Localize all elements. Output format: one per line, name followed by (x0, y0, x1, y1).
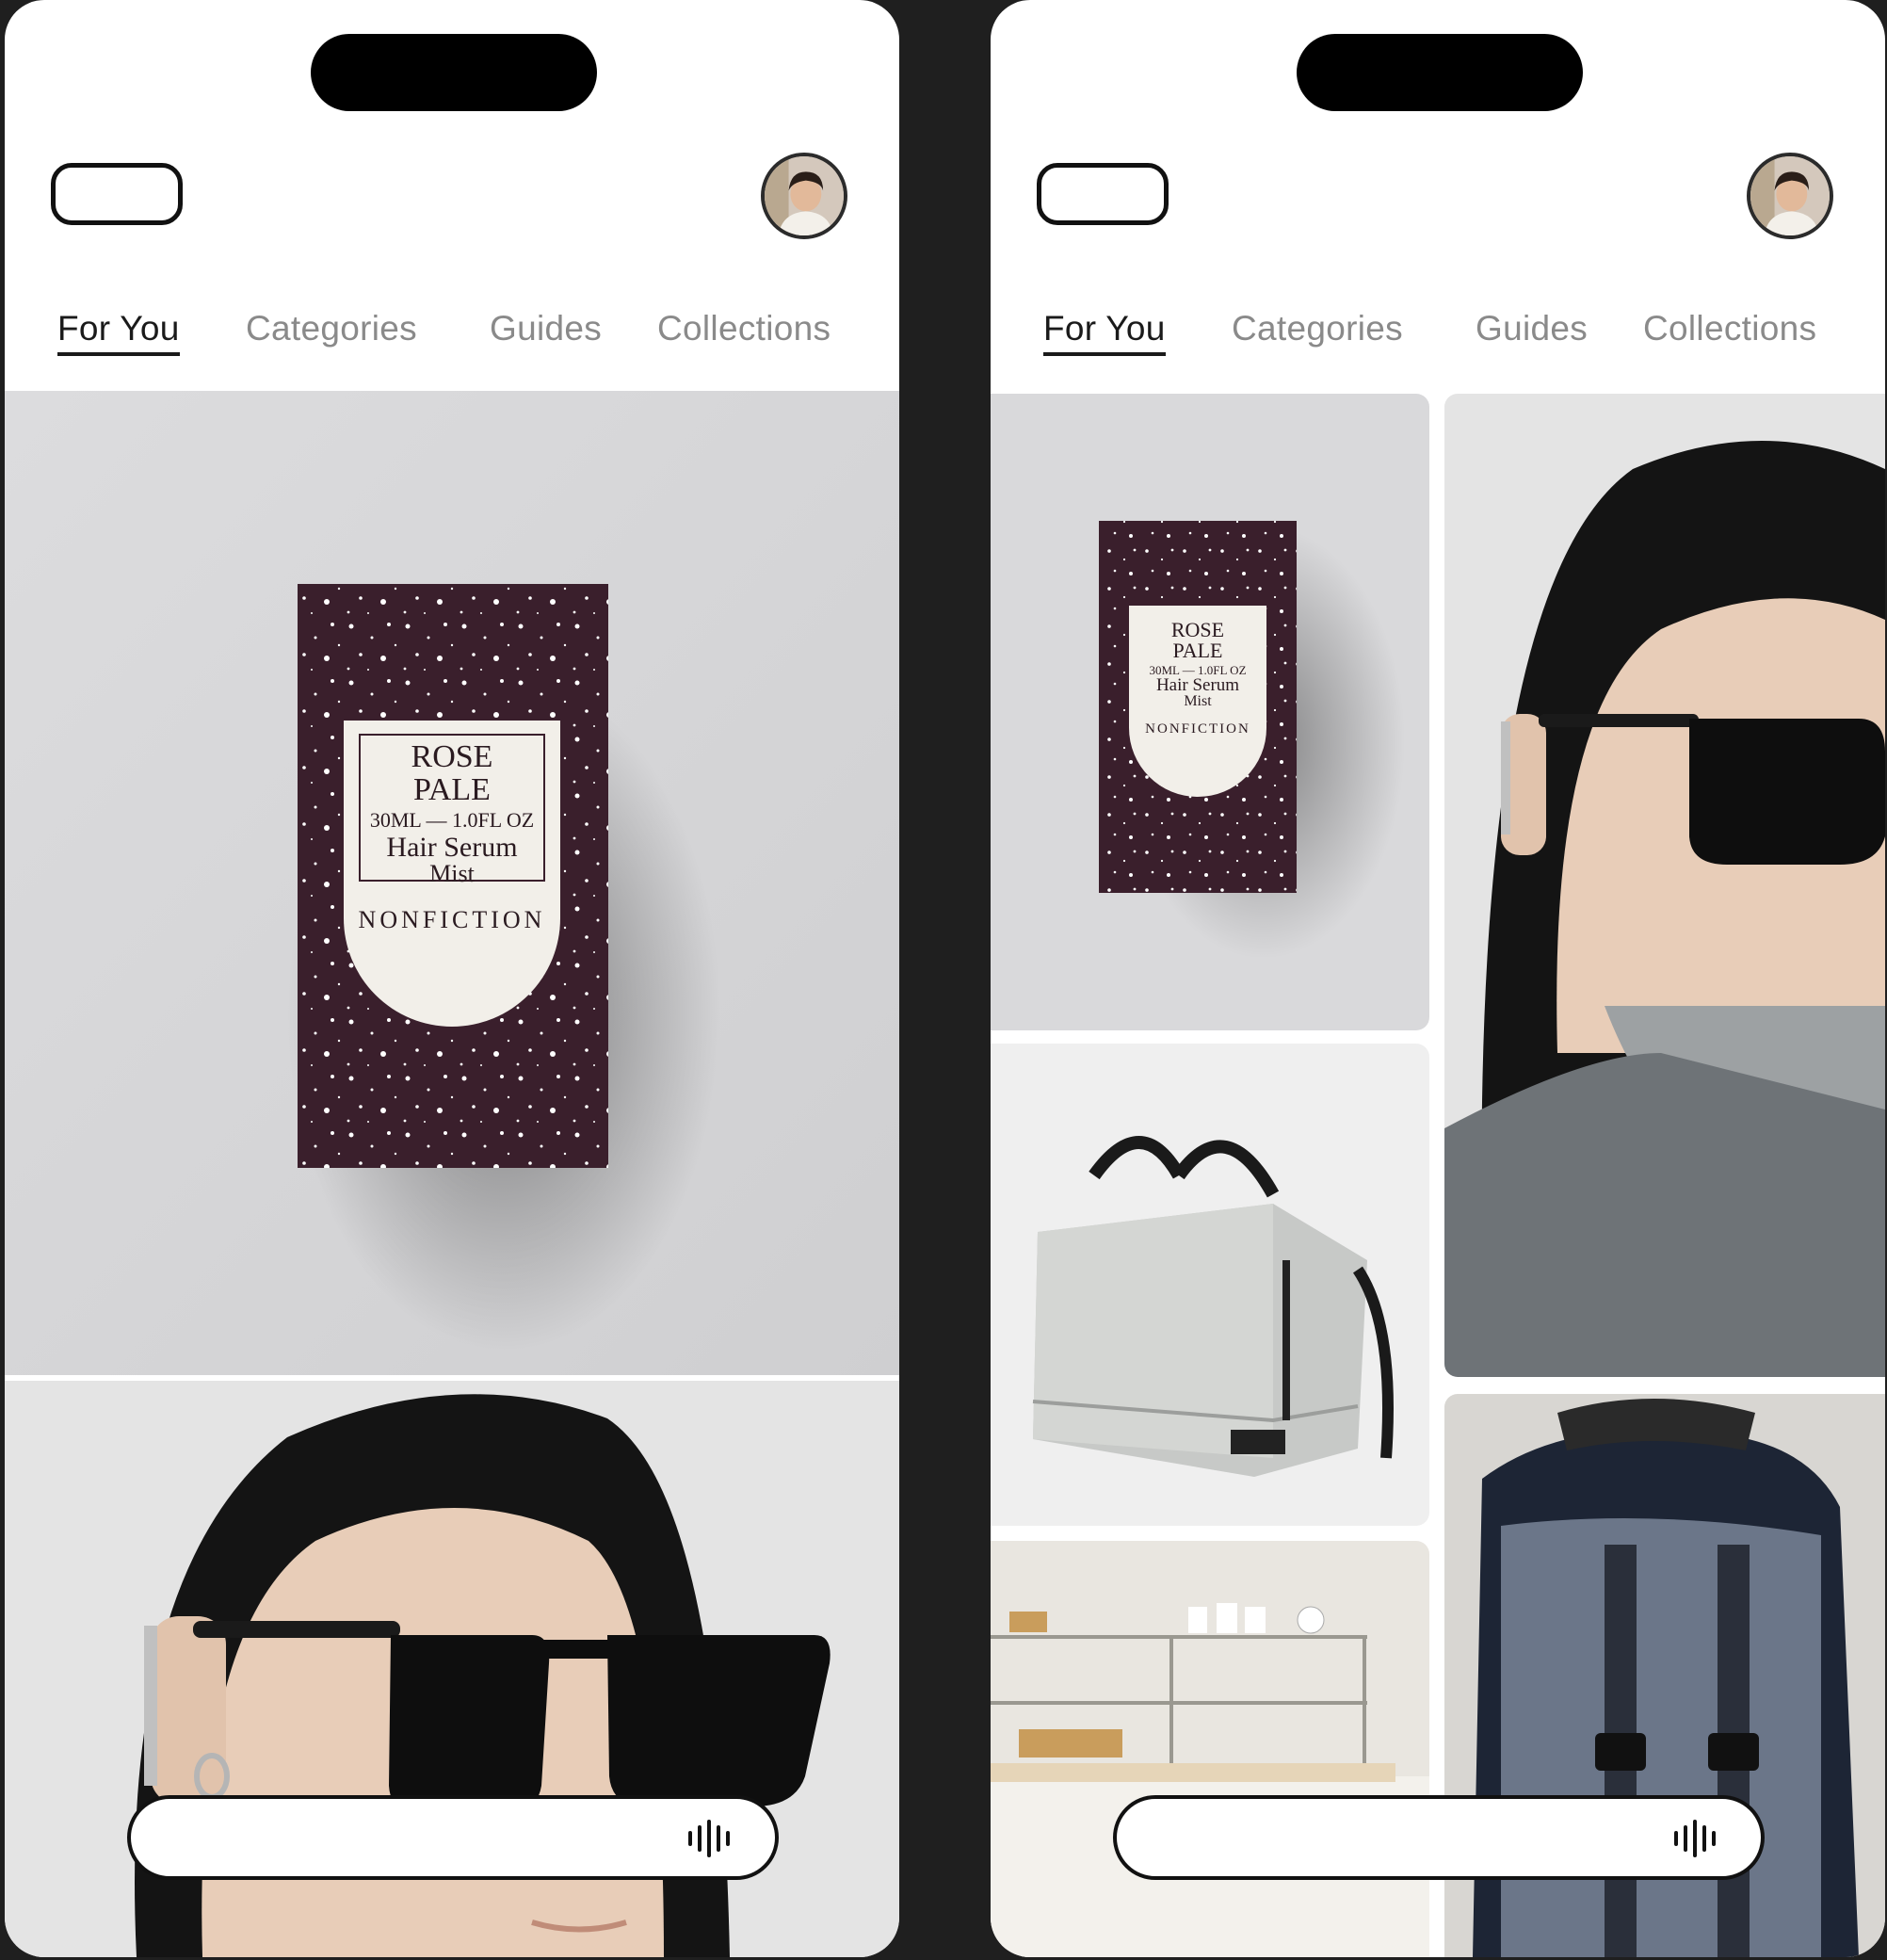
product-brand: NONFICTION (358, 905, 546, 933)
product-card-hair-serum[interactable]: ROSE PALE 30ML — 1.0FL OZ Hair Serum Mis… (5, 391, 899, 1375)
product-card-interior[interactable] (991, 1541, 1429, 1957)
search-bar[interactable] (127, 1795, 779, 1880)
tab-categories[interactable]: Categories (1232, 309, 1403, 348)
dynamic-island (1297, 34, 1583, 111)
category-tabs: For You Categories Guides Collections (1039, 309, 1857, 365)
product-brand: NONFICTION (1145, 721, 1250, 737)
tab-for-you[interactable]: For You (57, 309, 180, 356)
product-name-line1: ROSE (411, 739, 493, 774)
product-name-line1: ROSE (1170, 618, 1225, 641)
tab-collections[interactable]: Collections (1643, 309, 1816, 348)
product-name-line4: Hair Serum (1155, 675, 1240, 695)
product-card-hair-serum[interactable]: ROSE PALE 30ML — 1.0FL OZ Hair Serum Mis… (991, 394, 1429, 1030)
search-input[interactable] (169, 1812, 662, 1865)
product-name-line2: PALE (413, 771, 491, 807)
user-avatar[interactable] (1747, 153, 1833, 239)
product-name-line2: PALE (1172, 639, 1223, 662)
product-name-line5: Mist (429, 860, 475, 888)
app-logo-placeholder[interactable] (1037, 163, 1169, 225)
product-card-messenger-bag[interactable] (991, 1044, 1429, 1526)
product-name-line5: Mist (1184, 693, 1212, 709)
product-card-sunglasses[interactable] (1444, 394, 1885, 1377)
voice-wave-icon[interactable] (1672, 1820, 1725, 1857)
category-tabs: For You Categories Guides Collections (53, 309, 871, 365)
product-size: 30ML — 1.0FL OZ (369, 808, 535, 833)
user-avatar[interactable] (761, 153, 847, 239)
tab-collections[interactable]: Collections (657, 309, 831, 348)
tab-guides[interactable]: Guides (1476, 309, 1588, 348)
app-logo-placeholder[interactable] (51, 163, 183, 225)
tab-guides[interactable]: Guides (490, 309, 602, 348)
tab-for-you[interactable]: For You (1043, 309, 1166, 356)
search-input[interactable] (1154, 1812, 1648, 1865)
tab-categories[interactable]: Categories (246, 309, 417, 348)
phone-screen-left: For You Categories Guides Collections RO… (5, 0, 899, 1957)
dynamic-island (311, 34, 597, 111)
phone-screen-right: For You Categories Guides Collections RO… (991, 0, 1885, 1957)
voice-wave-icon[interactable] (686, 1820, 739, 1857)
search-bar[interactable] (1113, 1795, 1765, 1880)
product-name-line4: Hair Serum (386, 831, 518, 863)
